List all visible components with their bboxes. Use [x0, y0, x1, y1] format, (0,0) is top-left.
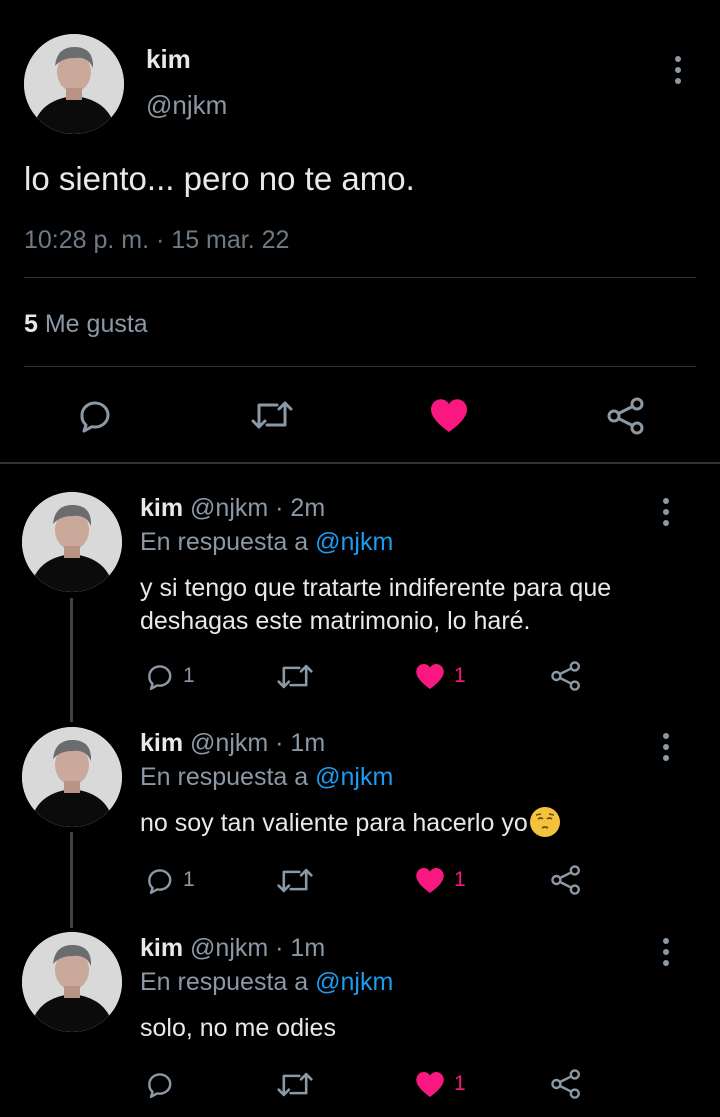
reply-prefix: En respuesta a: [140, 968, 309, 996]
retweet-icon[interactable]: [276, 865, 314, 896]
likes-label: Me gusta: [44, 310, 148, 338]
reply-header: kim @njkm · 1m: [140, 934, 325, 963]
reply-icon[interactable]: [143, 1068, 175, 1100]
divider: [24, 277, 696, 278]
main-action-bar: [0, 388, 720, 442]
avatar[interactable]: [22, 932, 122, 1032]
reply-tweet[interactable]: kim @njkm · 2m En respuesta a @njkm y si…: [0, 492, 720, 702]
reply-action-bar: 1 1: [0, 660, 720, 696]
reply-count: 1: [183, 664, 195, 687]
profile-photo: [22, 932, 122, 1032]
profile-photo: [24, 34, 124, 134]
avatar[interactable]: [22, 492, 122, 592]
avatar[interactable]: [22, 727, 122, 827]
reply-header: kim @njkm · 1m: [140, 729, 325, 758]
handle-and-time: @njkm · 1m: [190, 934, 326, 962]
share-icon[interactable]: [550, 1068, 582, 1100]
mention-link[interactable]: @njkm: [315, 528, 393, 556]
reply-button[interactable]: 1: [143, 660, 195, 692]
author-name[interactable]: kim: [140, 934, 183, 962]
avatar[interactable]: [24, 34, 124, 134]
divider: [24, 366, 696, 367]
profile-photo: [22, 492, 122, 592]
retweet-icon[interactable]: [250, 397, 294, 433]
reply-icon: [148, 665, 172, 690]
heart-filled-icon: [416, 1071, 444, 1097]
reply-prefix: En respuesta a: [140, 528, 309, 556]
more-options-icon[interactable]: [661, 733, 671, 761]
mention-link[interactable]: @njkm: [315, 968, 393, 996]
retweet-icon[interactable]: [276, 1069, 314, 1100]
tweet-timestamp[interactable]: 10:28 p. m. · 15 mar. 22: [24, 226, 289, 255]
more-options-icon[interactable]: [673, 56, 683, 84]
heart-filled-icon: [416, 867, 444, 893]
heart-filled-icon: [416, 663, 444, 689]
reply-text: y si tengo que tratarte indiferente para…: [140, 574, 612, 635]
share-icon[interactable]: [550, 864, 582, 896]
section-divider: [0, 462, 720, 464]
likes-stat[interactable]: 5 Me gusta: [24, 310, 148, 339]
reply-button[interactable]: 1: [143, 864, 195, 896]
replying-to: En respuesta a @njkm: [140, 968, 393, 997]
like-button[interactable]: 1: [414, 661, 466, 691]
replying-to: En respuesta a @njkm: [140, 763, 393, 792]
author-handle[interactable]: @njkm: [146, 90, 227, 121]
more-options-icon[interactable]: [661, 498, 671, 526]
reply-text: solo, no me odies: [140, 1014, 336, 1042]
like-count: 1: [454, 664, 466, 687]
reply-count: 1: [183, 868, 195, 891]
tweet-text: lo siento... pero no te amo.: [24, 160, 415, 197]
reply-action-bar: 1: [0, 1068, 720, 1104]
share-icon[interactable]: [550, 660, 582, 692]
reply-action-bar: 1 1: [0, 864, 720, 900]
like-button[interactable]: 1: [414, 1069, 466, 1099]
author-name[interactable]: kim: [146, 44, 191, 75]
reply-header: kim @njkm · 2m: [140, 494, 325, 523]
like-button[interactable]: 1: [414, 865, 466, 895]
reply-prefix: En respuesta a: [140, 763, 309, 791]
likes-count: 5: [24, 310, 38, 338]
mention-link[interactable]: @njkm: [315, 763, 393, 791]
pensive-face-emoji: [529, 807, 560, 837]
main-tweet-header: kim @njkm: [24, 34, 696, 134]
author-name[interactable]: kim: [140, 729, 183, 757]
reply-tweet[interactable]: kim @njkm · 1m En respuesta a @njkm no s…: [0, 727, 720, 907]
heart-filled-icon[interactable]: [428, 396, 470, 434]
reply-icon: [148, 869, 172, 894]
handle-and-time: @njkm · 1m: [190, 729, 326, 757]
reply-icon[interactable]: [74, 396, 114, 434]
retweet-icon[interactable]: [276, 661, 314, 692]
more-options-icon[interactable]: [661, 938, 671, 966]
author-name[interactable]: kim: [140, 494, 183, 522]
replying-to: En respuesta a @njkm: [140, 528, 393, 557]
reply-text-line: no soy tan valiente para hacerlo yo: [140, 807, 700, 840]
handle-and-time: @njkm · 2m: [190, 494, 326, 522]
like-count: 1: [454, 1072, 466, 1095]
profile-photo: [22, 727, 122, 827]
reply-tweet[interactable]: kim @njkm · 1m En respuesta a @njkm solo…: [0, 932, 720, 1112]
tweet-detail-screen: kim @njkm lo siento... pero no te amo. 1…: [0, 0, 720, 1117]
reply-text: no soy tan valiente para hacerlo yo: [140, 809, 528, 837]
like-count: 1: [454, 868, 466, 891]
share-icon[interactable]: [606, 396, 646, 436]
